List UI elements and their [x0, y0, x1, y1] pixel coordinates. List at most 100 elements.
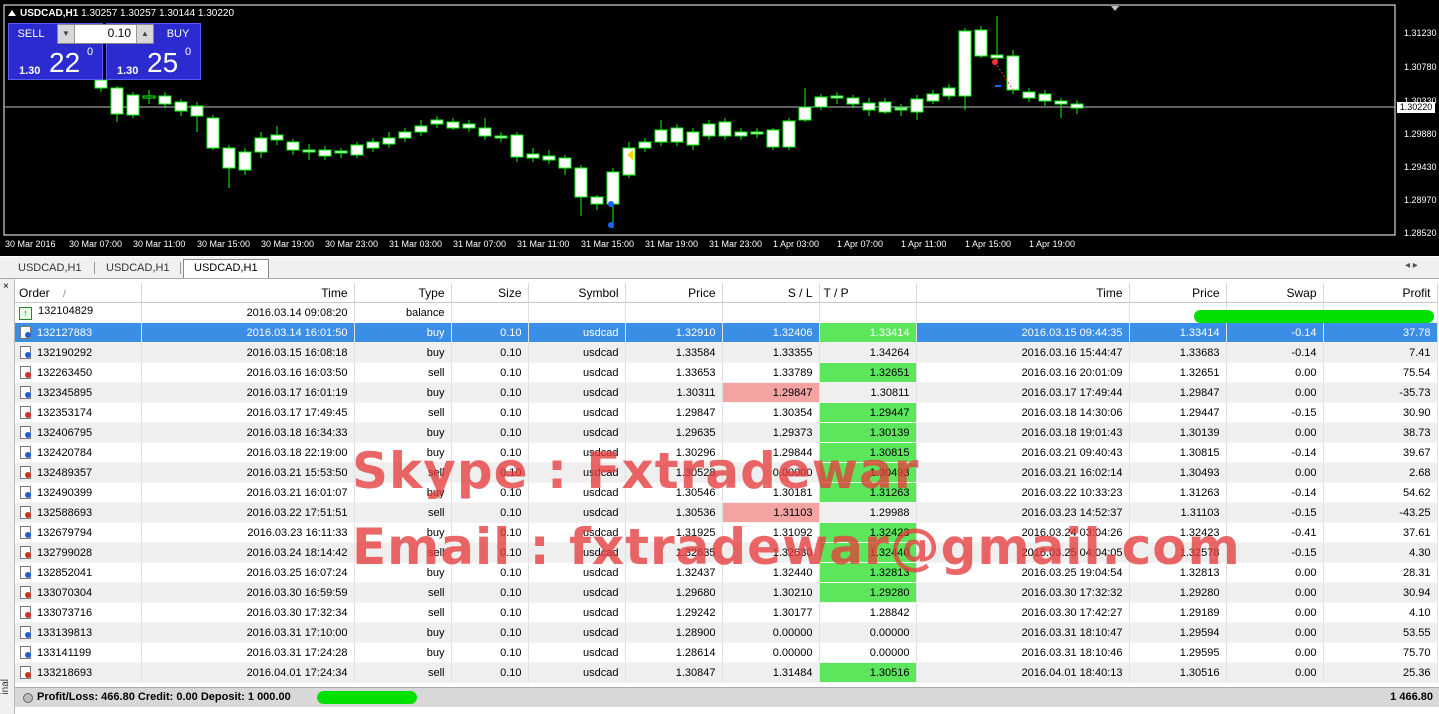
size-cell: 0.10 [451, 582, 529, 603]
candle-body [382, 137, 396, 145]
tp-cell: 1.29447 [819, 402, 917, 423]
column-header-sl[interactable]: S / L [722, 283, 820, 303]
time-tick-label: 30 Mar 11:00 [133, 239, 186, 249]
symbol-cell: usdcad [528, 602, 626, 623]
close-price-cell: 1.29447 [1129, 402, 1227, 423]
close-icon[interactable]: × [3, 281, 9, 292]
close-time-cell: 2016.03.16 15:44:47 [916, 342, 1130, 363]
close-time-cell: 2016.03.31 18:10:47 [916, 622, 1130, 643]
lot-increase-icon[interactable]: ▲ [136, 25, 153, 43]
order-cell: 132420784 [15, 442, 142, 463]
candle-body [494, 135, 508, 139]
tab-scroll-arrows-icon[interactable]: ◂ ▸ [1405, 260, 1418, 271]
sl-cell: 1.30210 [722, 582, 820, 603]
candle-body [254, 137, 268, 153]
table-row[interactable]: 132406795 2016.03.18 16:34:33 buy 0.10 usdca… [15, 422, 1438, 443]
candle-body [1038, 93, 1052, 102]
column-header-tp[interactable]: T / P [819, 283, 917, 303]
sell-price-big: 22 [49, 47, 81, 78]
candle-body [590, 196, 604, 205]
symbol-cell: usdcad [528, 342, 626, 363]
lot-size-input[interactable]: ▼ 0.10 ▲ [57, 24, 154, 44]
candle-body [798, 106, 812, 121]
swap-cell: -0.14 [1226, 342, 1324, 363]
table-row[interactable]: 132190292 2016.03.15 16:08:18 buy 0.10 usdca… [15, 342, 1438, 363]
price-cell: 1.29242 [625, 602, 723, 623]
tp-cell: 1.33414 [819, 322, 917, 343]
price-cell: 1.28614 [625, 642, 723, 663]
sl-cell: 1.30354 [722, 402, 820, 423]
column-header-order[interactable]: Order / [15, 283, 142, 303]
table-row[interactable]: 132353174 2016.03.17 17:49:45 sell 0.10 usdc… [15, 402, 1438, 423]
table-row[interactable]: 132345895 2016.03.17 16:01:19 buy 0.10 usdca… [15, 382, 1438, 403]
swap-cell: 0.00 [1226, 382, 1324, 403]
candlestick-chart[interactable] [0, 0, 1439, 256]
lot-decrease-icon[interactable]: ▼ [58, 25, 75, 43]
profit-cell: 2.68 [1323, 462, 1438, 483]
candle-body [398, 131, 412, 139]
size-cell: 0.10 [451, 382, 529, 403]
price-cell: 1.32910 [625, 322, 723, 343]
candle-body [670, 127, 684, 143]
close-price-cell: 1.32651 [1129, 362, 1227, 383]
tab-usdcad-2[interactable]: USDCAD,H1 [96, 260, 180, 276]
tab-usdcad-1[interactable]: USDCAD,H1 [8, 260, 92, 276]
tp-cell: 1.28842 [819, 602, 917, 623]
buy-order-icon [19, 526, 31, 539]
column-header-profit[interactable]: Profit [1323, 283, 1438, 303]
column-header-close-price[interactable]: Price [1129, 283, 1227, 303]
time-tick-label: 31 Mar 11:00 [517, 239, 570, 249]
column-header-size[interactable]: Size [451, 283, 529, 303]
time-tick-label: 30 Mar 07:00 [69, 239, 123, 249]
table-row[interactable]: 133141199 2016.03.31 17:24:28 buy 0.10 usdca… [15, 642, 1438, 663]
column-header-price[interactable]: Price [625, 283, 723, 303]
tp-cell: 1.30811 [819, 382, 917, 403]
price-chart[interactable]: USDCAD,H1 1.30257 1.30257 1.30144 1.3022… [0, 0, 1439, 256]
order-cell: 133218693 [15, 662, 142, 683]
table-row[interactable]: 133073716 2016.03.30 17:32:34 sell 0.10 usdc… [15, 602, 1438, 623]
type-cell: buy [354, 322, 452, 343]
candle-body [878, 101, 892, 113]
chart-menu-icon[interactable] [8, 10, 16, 16]
watermark-skype: Skype : Fxtradewar [352, 442, 920, 500]
candle-body [686, 131, 700, 146]
time-cell: 2016.03.18 22:19:00 [141, 442, 355, 463]
order-cell: 132353174 [15, 402, 142, 423]
close-price-cell: 1.29847 [1129, 382, 1227, 403]
candle-body [510, 134, 524, 158]
tab-usdcad-active[interactable]: USDCAD,H1 [183, 259, 269, 278]
buy-button[interactable]: BUY [156, 24, 200, 44]
candle-body [974, 29, 988, 57]
candle-body [350, 144, 364, 156]
size-cell: 0.10 [451, 402, 529, 423]
column-header-time[interactable]: Time [141, 283, 355, 303]
close-price-cell: 1.29594 [1129, 622, 1227, 643]
candle-body [942, 87, 956, 97]
candle-body [830, 95, 844, 99]
sort-icon[interactable]: / [63, 289, 66, 300]
lot-size-value[interactable]: 0.10 [108, 26, 131, 40]
column-header-close-time[interactable]: Time [916, 283, 1130, 303]
table-row[interactable]: 133218693 2016.04.01 17:24:34 sell 0.10 usdc… [15, 662, 1438, 683]
table-row[interactable]: 133070304 2016.03.30 16:59:59 sell 0.10 usdc… [15, 582, 1438, 603]
candle-body [1070, 103, 1084, 109]
profit-cell: 54.62 [1323, 482, 1438, 503]
time-cell: 2016.03.21 16:01:07 [141, 482, 355, 503]
candle-body [270, 134, 284, 141]
close-time-cell: 2016.03.16 20:01:09 [916, 362, 1130, 383]
candle-body [846, 97, 860, 105]
candle-body [1054, 100, 1068, 105]
sell-button[interactable]: SELL [9, 24, 53, 44]
column-header-symbol[interactable]: Symbol [528, 283, 626, 303]
symbol-cell: usdcad [528, 642, 626, 663]
sl-cell: 1.30177 [722, 602, 820, 623]
candle-body [430, 119, 444, 125]
table-row[interactable]: 132263450 2016.03.16 16:03:50 sell 0.10 usdc… [15, 362, 1438, 383]
order-cell: 133141199 [15, 642, 142, 663]
candle-body [462, 123, 476, 129]
table-row[interactable]: 133139813 2016.03.31 17:10:00 buy 0.10 usdca… [15, 622, 1438, 643]
column-header-swap[interactable]: Swap [1226, 283, 1324, 303]
symbol-cell: usdcad [528, 322, 626, 343]
table-row[interactable]: 132127883 2016.03.14 16:01:50 buy 0.10 usdca… [15, 322, 1438, 343]
column-header-type[interactable]: Type [354, 283, 452, 303]
